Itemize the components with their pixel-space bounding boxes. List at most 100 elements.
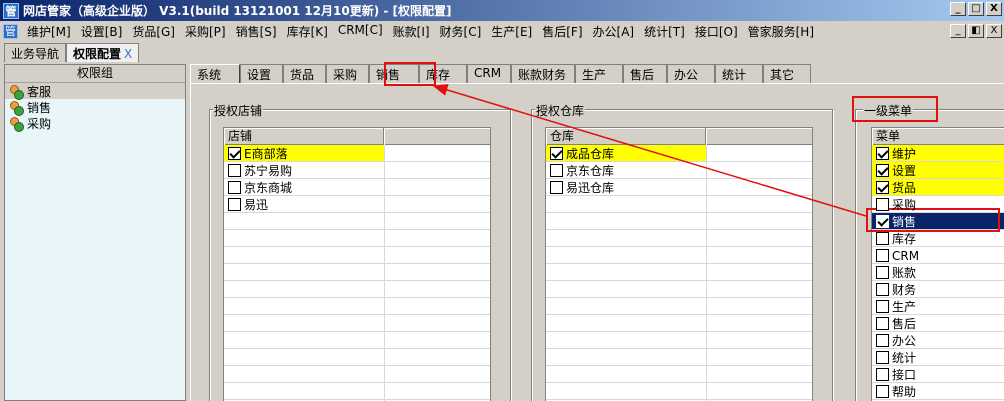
mdi-controls: _ ◧ X [950,24,1002,38]
minimize-button[interactable]: _ [950,2,966,16]
checkbox[interactable] [876,164,889,177]
menus-column-header[interactable]: 菜单 [872,128,1004,145]
menus-row[interactable]: 接口 [872,366,1004,383]
menu-item[interactable]: 账款[I] [388,23,435,40]
app-icon[interactable]: 管 [3,2,19,19]
menu-item[interactable]: 接口[O] [690,23,743,40]
shops-row[interactable]: 易迅 [224,196,490,213]
mdi-close-button[interactable]: X [986,24,1002,38]
doc-tab-permissions[interactable]: 权限配置 X [66,43,140,62]
tab-label: 其它 [770,68,795,82]
menu-item[interactable]: 管家服务[H] [743,23,819,40]
close-button[interactable]: X [986,2,1002,16]
checkbox[interactable] [876,215,889,228]
checkbox[interactable] [550,147,563,160]
menus-row[interactable]: 账款 [872,264,1004,281]
menus-row[interactable]: 财务 [872,281,1004,298]
warehouses-column-header[interactable]: 仓库 [546,128,706,145]
menu-item[interactable]: 统计[T] [639,23,690,40]
checkbox[interactable] [876,385,889,398]
menus-row[interactable]: 办公 [872,332,1004,349]
checkbox[interactable] [228,164,241,177]
shops-column-header[interactable]: 店铺 [224,128,384,145]
close-tab-icon[interactable]: X [124,47,132,61]
shops-row[interactable]: E商部落 [224,145,490,162]
warehouses-row[interactable]: 易迅仓库 [546,179,812,196]
menus-row[interactable]: CRM [872,247,1004,264]
menu-item[interactable]: 采购[P] [180,23,231,40]
menu-item[interactable]: CRM[C] [333,23,388,40]
tab-2[interactable]: 货品 [283,64,326,83]
menus-row[interactable]: 货品 [872,179,1004,196]
warehouses-row-label: 成品仓库 [566,147,615,161]
menu-item[interactable]: 生产[E] [486,23,537,40]
permission-group-item[interactable]: 客服 [5,83,185,100]
warehouses-row[interactable]: 成品仓库 [546,145,812,162]
menu-item[interactable]: 货品[G] [127,23,180,40]
tab-label: 采购 [333,68,358,82]
menus-row[interactable]: 统计 [872,349,1004,366]
menus-row[interactable]: 帮助 [872,383,1004,400]
checkbox[interactable] [876,266,889,279]
mdi-app-icon[interactable]: 管 [3,23,18,39]
menus-row[interactable]: 设置 [872,162,1004,179]
checkbox[interactable] [876,334,889,347]
menus-row-label: 销售 [892,215,917,229]
menu-item[interactable]: 库存[K] [282,23,333,40]
shops-row-label: 苏宁易购 [244,164,293,178]
shops-row[interactable]: 京东商城 [224,179,490,196]
mdi-restore-button[interactable]: ◧ [968,24,984,38]
menus-row[interactable]: 生产 [872,298,1004,315]
doc-tab-label: 权限配置 [73,47,122,61]
checkbox[interactable] [228,181,241,194]
mdi-minimize-button[interactable]: _ [950,24,966,38]
menus-row[interactable]: 维护 [872,145,1004,162]
module-tabs: 系统 设置 货品 采购 销售 库存 CRM 账款财务 生产 售后 办公 统计 其它 [190,64,811,83]
warehouses-row[interactable]: 京东仓库 [546,162,812,179]
tab-1[interactable]: 设置 [240,64,283,83]
menu-item[interactable]: 维护[M] [22,23,76,40]
menu-item[interactable]: 办公[A] [588,23,640,40]
warehouses-grid[interactable]: 仓库 成品仓库 京东仓库 易迅仓库 [545,127,813,401]
shops-grid[interactable]: 店铺 E商部落苏宁易购 京东商城 易迅 [223,127,491,401]
menus-row[interactable]: 售后 [872,315,1004,332]
checkbox[interactable] [876,232,889,245]
menu-item[interactable]: 销售[S] [231,23,282,40]
checkbox[interactable] [876,351,889,364]
checkbox[interactable] [876,147,889,160]
tab-12[interactable]: 其它 [763,64,811,83]
doc-tab-navigation[interactable]: 业务导航 [4,43,67,62]
checkbox[interactable] [550,181,563,194]
checkbox[interactable] [876,317,889,330]
permission-group-item[interactable]: 销售 [5,99,185,116]
tab-10[interactable]: 办公 [667,64,715,83]
tab-3[interactable]: 采购 [326,64,369,83]
tab-11[interactable]: 统计 [715,64,763,83]
menu-item[interactable]: 售后[F] [537,23,587,40]
checkbox[interactable] [876,249,889,262]
tab-label: 售后 [630,68,655,82]
tab-7[interactable]: 账款财务 [511,64,575,83]
tab-label: 生产 [582,68,607,82]
tab-9[interactable]: 售后 [623,64,667,83]
checkbox[interactable] [228,147,241,160]
tab-label: 账款财务 [518,68,567,82]
tab-8[interactable]: 生产 [575,64,623,83]
tab-0[interactable]: 系统 [190,64,240,83]
permission-group-label: 客服 [27,84,52,99]
checkbox[interactable] [876,283,889,296]
checkbox[interactable] [876,368,889,381]
shops-row[interactable]: 苏宁易购 [224,162,490,179]
checkbox[interactable] [876,181,889,194]
menu-item[interactable]: 设置[B] [76,23,128,40]
permission-group-item[interactable]: 采购 [5,115,185,132]
maximize-button[interactable]: □ [968,2,984,16]
checkbox[interactable] [876,300,889,313]
menus-grid[interactable]: 菜单 维护 设置 货品 采购 销售 库存 CRM 账款 财务 生产 售后 办公 统计 接口 帮助 [871,127,1004,401]
checkbox[interactable] [876,198,889,211]
checkbox[interactable] [550,164,563,177]
checkbox[interactable] [228,198,241,211]
menus-row[interactable]: 库存 [872,230,1004,247]
tab-6[interactable]: CRM [467,64,511,83]
menu-item[interactable]: 财务[C] [435,23,487,40]
